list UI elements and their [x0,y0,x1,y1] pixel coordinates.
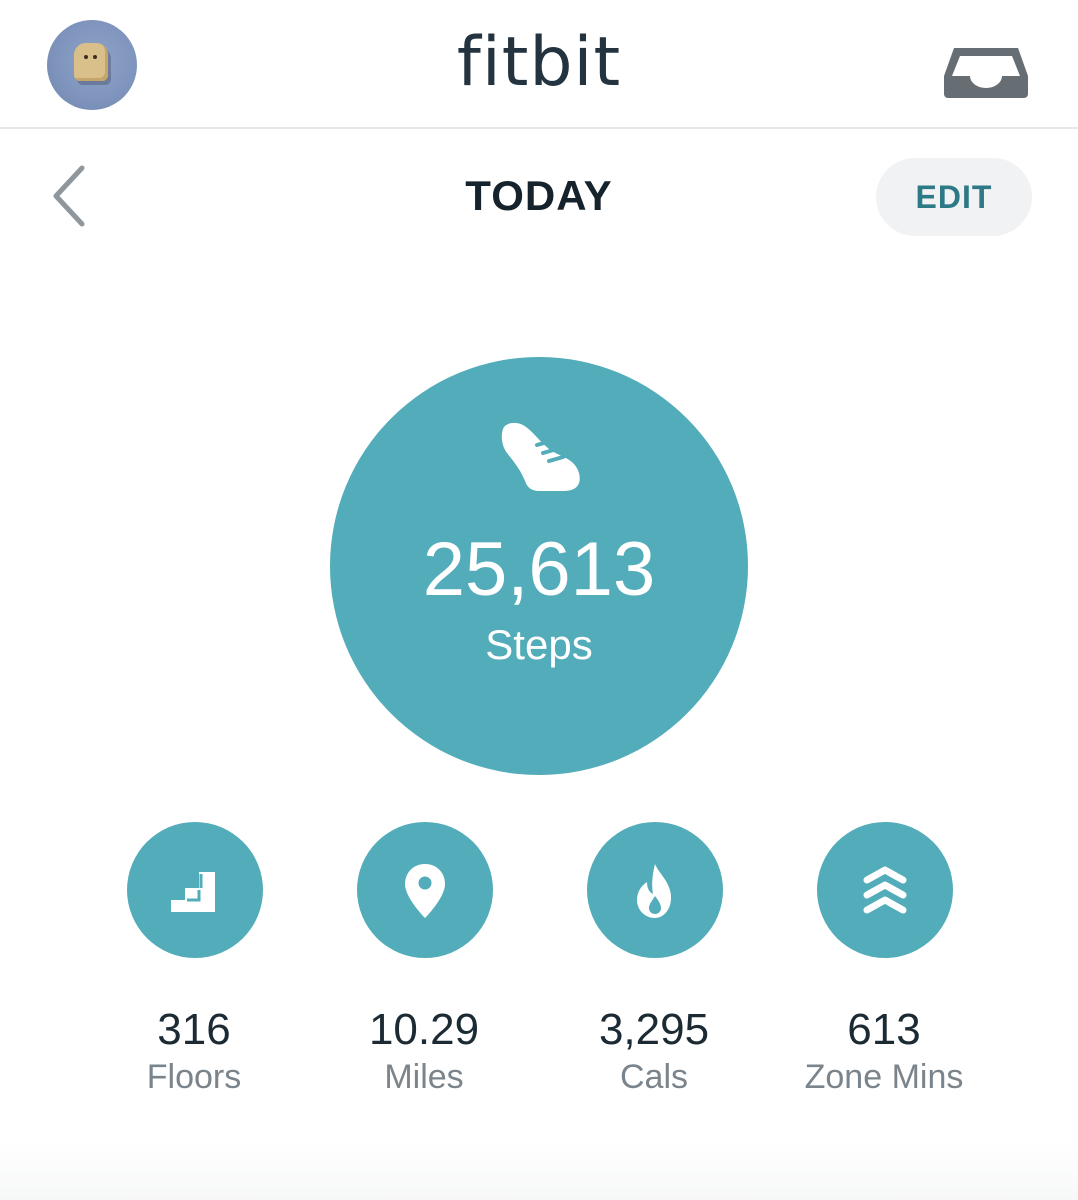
cals-label: Cals [619,1058,689,1096]
floors-icon-circle [127,822,263,958]
shoe-icon [501,422,580,491]
steps-label: Steps [485,621,593,668]
inbox-icon[interactable] [942,46,1030,100]
zone-mins-value: 613 [847,1005,921,1054]
stairs-icon [171,872,215,912]
app-bar: fitbit [0,0,1078,129]
miles-icon-circle [357,822,493,958]
miles-value: 10.29 [368,1005,480,1054]
cals-icon-circle [587,822,723,958]
app-logo: fitbit [456,23,622,102]
edit-button[interactable]: EDIT [876,158,1032,236]
steps-tile[interactable]: 25,613 Steps [330,357,748,775]
bottom-divider [0,1140,1078,1200]
floors-value: 316 [157,1005,231,1054]
miles-label: Miles [384,1058,464,1096]
steps-value: 25,613 [422,527,656,612]
chevrons-up-icon [863,866,907,914]
miles-tile[interactable]: 10.29 Miles [314,822,534,1102]
flame-icon [637,864,671,918]
zone-mins-tile[interactable]: 613 Zone Mins [774,822,994,1102]
chevron-left-icon[interactable] [48,162,92,230]
avatar[interactable] [47,20,137,110]
location-pin-icon [405,864,445,918]
zone-mins-label: Zone Mins [804,1058,964,1096]
floors-tile[interactable]: 316 Floors [84,822,304,1102]
cals-value: 3,295 [598,1005,710,1054]
today-dashboard: fitbit TODAY EDIT 25,613 Steps 316 Floor… [0,0,1078,1200]
page-title: TODAY [465,172,613,219]
cals-tile[interactable]: 3,295 Cals [544,822,764,1102]
floors-label: Floors [146,1058,242,1096]
toast-avatar-icon [74,43,108,81]
zone-mins-icon-circle [817,822,953,958]
